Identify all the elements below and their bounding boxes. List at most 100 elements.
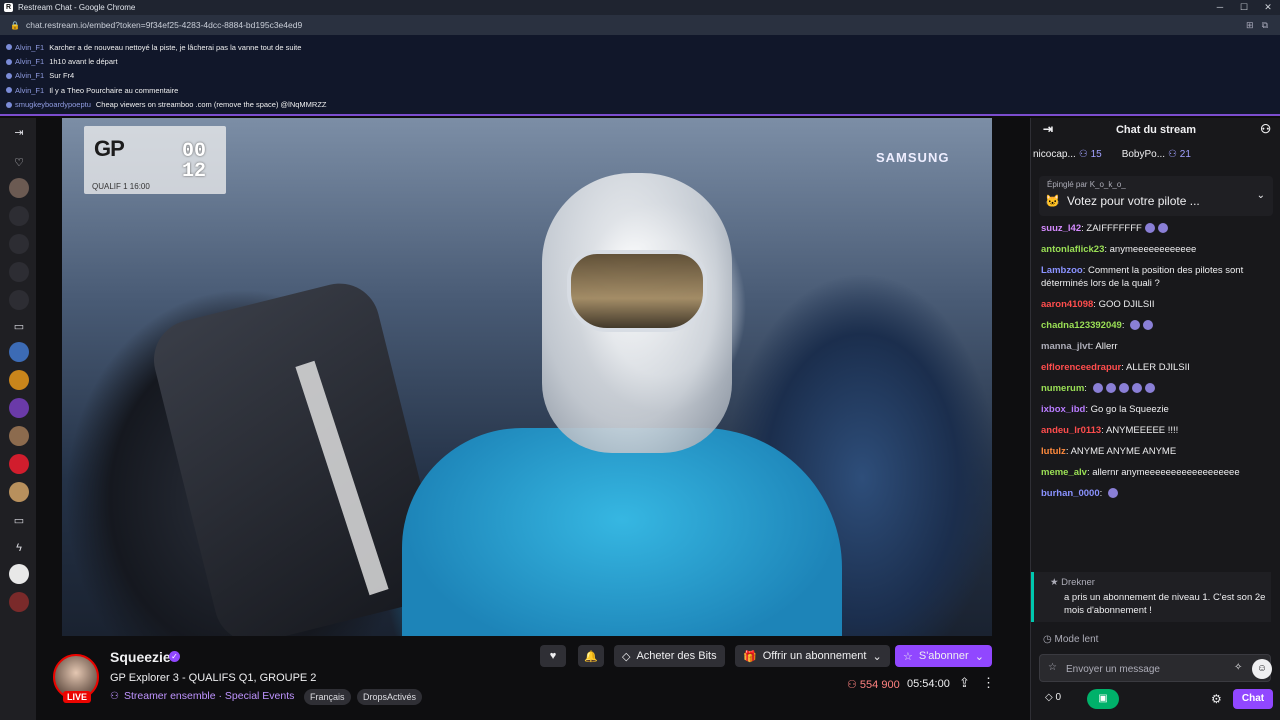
tag[interactable]: DropsActivés [357, 689, 423, 705]
category-link[interactable]: ⚇ Streamer ensemble · Special Events [110, 690, 294, 702]
sub-text: a pris un abonnement de niveau 1. C'est … [1064, 592, 1266, 616]
open-in-browser-icon[interactable]: ⧉ [1262, 20, 1268, 31]
gp-explorer-logo: GP [94, 136, 125, 161]
gifter-name: nicocap... [1033, 148, 1076, 160]
lightning-icon[interactable]: ϟ [9, 538, 29, 558]
browser-title-bar: R Restream Chat - Google Chrome ─ ☐ ✕ [0, 0, 1280, 15]
slow-mode-indicator: ◷ Mode lent [1043, 634, 1098, 645]
channel-avatar[interactable] [9, 178, 29, 198]
gift-count: ⚇ 21 [1168, 148, 1191, 160]
chat-username[interactable]: numerum [1041, 383, 1084, 394]
channel-avatar[interactable] [9, 454, 29, 474]
chevron-down-icon[interactable]: ⌄ [1257, 190, 1265, 201]
chat-message: chadna123392049: [1041, 319, 1273, 332]
video-icon[interactable]: ▭ [9, 316, 29, 336]
translate-icon[interactable]: ⊞ [1246, 20, 1254, 31]
subscribe-button[interactable]: ☆ S'abonner ⌄ [895, 645, 992, 667]
close-icon[interactable]: ✕ [1256, 2, 1280, 13]
gift-count-value: 15 [1090, 148, 1102, 160]
restream-username: Alvin_F1 [15, 42, 45, 52]
chat-username[interactable]: suuz_l42 [1041, 223, 1081, 234]
buy-bits-button[interactable]: ◇ Acheter des Bits [614, 645, 725, 667]
chat-send-button[interactable]: Chat [1233, 689, 1273, 709]
channel-avatar[interactable] [9, 592, 29, 612]
channel-avatar[interactable] [9, 370, 29, 390]
star-icon: ★ [1050, 577, 1062, 588]
stream-uptime: 05:54:00 [907, 678, 950, 690]
restream-text: 1h10 avant le départ [49, 57, 118, 67]
pinned-message[interactable]: Épinglé par K_o_k_o_ 🐱 Votez pour votre … [1039, 176, 1273, 216]
share-icon[interactable]: ⇪ [959, 675, 970, 691]
chat-text: ZAIFFFFFFF [1086, 223, 1142, 234]
pinned-title: Votez pour votre pilote ... [1067, 194, 1200, 208]
restream-message: Alvin_F1 Il y a Theo Pourchaire au commen… [6, 83, 1274, 97]
video-player[interactable]: GP 00 12 QUALIF 1 16:00 SAMSUNG [62, 118, 992, 636]
magic-wand-icon[interactable]: ✧ [1234, 662, 1242, 673]
chat-message: meme_alv: allernr anymeeeeeeeeeeeeeeeeee [1041, 467, 1240, 478]
emote-icon [1130, 320, 1141, 331]
chat-username[interactable]: antonlaflick23 [1041, 244, 1104, 255]
channel-avatar[interactable] [9, 206, 29, 226]
video-scene [402, 428, 842, 636]
restream-username: Alvin_F1 [15, 71, 45, 81]
expand-rail-icon[interactable]: ⇥ [9, 122, 29, 142]
category-text: Streamer ensemble · Special Events [123, 690, 295, 702]
emote-icon [1144, 383, 1155, 394]
chat-username[interactable]: burhan_0000 [1041, 488, 1100, 499]
maximize-icon[interactable]: ☐ [1232, 2, 1256, 13]
chat-input-box[interactable]: ☆ ✧ ☺ [1039, 654, 1272, 682]
window-controls: ─ ☐ ✕ [1208, 2, 1280, 13]
minimize-icon[interactable]: ─ [1208, 2, 1232, 13]
chat-username[interactable]: elflorenceedrapur [1041, 362, 1121, 373]
gift-count-value: 21 [1179, 148, 1191, 160]
chat-message: andeu_lr0113: ANYMEEEEE !!!! [1041, 425, 1179, 436]
chat-username[interactable]: lutulz [1041, 446, 1066, 457]
slow-mode-label: Mode lent [1054, 634, 1099, 645]
channel-avatar[interactable] [9, 426, 29, 446]
chat-username[interactable]: manna_jlvt [1041, 341, 1091, 352]
bits-icon: ◇ [622, 650, 631, 663]
emote-icon [1107, 488, 1118, 499]
tag[interactable]: Français [304, 689, 351, 705]
session-label: QUALIF 1 16:00 [92, 182, 150, 191]
channel-avatar[interactable] [9, 398, 29, 418]
channel-avatar[interactable] [9, 234, 29, 254]
emote-menu-icon[interactable]: ☆ [1048, 662, 1057, 673]
chat-username[interactable]: Lambzoo [1041, 265, 1083, 276]
gift-sub-button[interactable]: 🎁 Offrir un abonnement ⌄ [735, 645, 890, 667]
sub-username-text[interactable]: Drekner [1061, 577, 1095, 588]
notification-bell-button[interactable]: 🔔 [578, 645, 604, 667]
bits-balance[interactable]: ◇ 0 [1045, 692, 1061, 703]
video-scene [567, 250, 707, 332]
more-options-icon[interactable]: ⋮ [982, 675, 995, 691]
channel-avatar[interactable] [9, 290, 29, 310]
url-text[interactable]: chat.restream.io/embed?token=9f34ef25-42… [26, 20, 302, 30]
community-icon[interactable]: ⚇ [1260, 122, 1271, 136]
gear-icon[interactable]: ⚙ [1211, 692, 1222, 706]
restream-text: Cheap viewers on streamboo .com (remove … [95, 100, 327, 110]
chat-username[interactable]: ixbox_ibd [1041, 404, 1085, 415]
sponsor-logo: SAMSUNG [876, 150, 950, 165]
emote-icon [1118, 383, 1129, 394]
chat-username[interactable]: chadna123392049 [1041, 320, 1122, 331]
emote-icon [1092, 383, 1103, 394]
chat-input[interactable] [1066, 661, 1226, 677]
channel-points-button[interactable]: ▣ [1087, 689, 1119, 709]
collapse-chat-icon[interactable]: ⇥ [1043, 122, 1053, 136]
channel-avatar[interactable] [9, 342, 29, 362]
address-bar[interactable]: 🔒 chat.restream.io/embed?token=9f34ef25-… [0, 15, 1280, 35]
channel-name[interactable]: Squeezie [110, 649, 171, 665]
emote-picker-icon[interactable]: ☺ [1252, 659, 1272, 679]
stream-chat: ⇥ Chat du stream ⚇ nicocap... ⚇ 15 BobyP… [1030, 118, 1280, 720]
video-icon[interactable]: ▭ [9, 510, 29, 530]
channel-avatar[interactable] [9, 482, 29, 502]
twitch-icon [6, 44, 12, 51]
chat-username[interactable]: aaron41098 [1041, 299, 1093, 310]
channel-avatar[interactable] [9, 564, 29, 584]
chat-username[interactable]: andeu_lr0113 [1041, 425, 1101, 436]
chat-username[interactable]: meme_alv [1041, 467, 1087, 478]
channel-avatar[interactable] [9, 262, 29, 282]
chevron-down-icon: ⌄ [974, 650, 984, 663]
follow-heart-button[interactable]: ♥ [540, 645, 566, 667]
heart-icon[interactable]: ♡ [9, 152, 29, 172]
